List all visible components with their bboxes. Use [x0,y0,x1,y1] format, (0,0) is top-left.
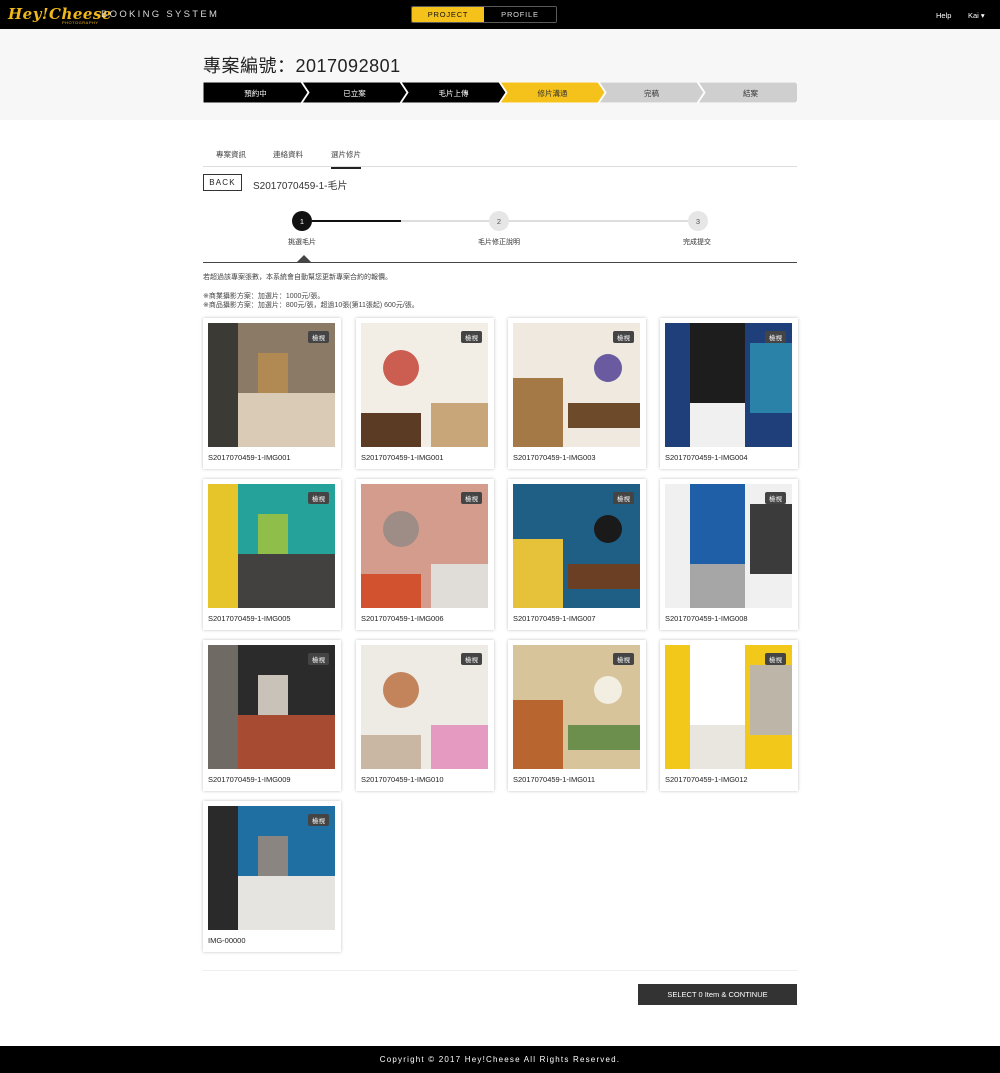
photo-thumbnail[interactable]: 檢視 [208,645,335,769]
photo-card[interactable]: 檢視 S2017070459-1-IMG001 [356,318,494,469]
photo-caption: S2017070459-1-IMG006 [361,614,444,623]
photo-card[interactable]: 檢視 S2017070459-1-IMG001 [203,318,341,469]
logo-subtitle: PHOTOGRAPHY [62,20,99,25]
view-button[interactable]: 檢視 [461,492,482,504]
view-button[interactable]: 檢視 [613,492,634,504]
status-step-label: 完稿 [644,88,659,98]
photo-card[interactable]: 檢視 S2017070459-1-IMG007 [508,479,646,630]
project-tabs: 專案資訊 連絡資料 選片修片 [203,143,797,169]
tab-contact[interactable]: 連絡資料 [273,149,303,160]
photo-thumbnail[interactable]: 檢視 [361,645,488,769]
progress-divider [203,262,797,263]
page-title: 專案編號：2017092801 [203,56,401,76]
status-step-label: 已立案 [343,88,366,98]
view-button[interactable]: 檢視 [308,331,329,343]
progress-label-2: 毛片修正說明 [478,239,520,246]
progress-step-2: 2 [489,211,509,231]
photo-card[interactable]: 檢視 S2017070459-1-IMG009 [203,640,341,791]
project-status-steps: 預約中 已立案 毛片上傳 修片溝通 完稿 結案 [203,82,797,103]
project-toggle-button[interactable]: PROJECT [412,7,484,22]
progress-line-pending [401,220,688,222]
photo-thumbnail[interactable]: 檢視 [513,484,640,608]
photo-caption: S2017070459-1-IMG005 [208,614,291,623]
photo-thumbnail[interactable]: 檢視 [513,323,640,447]
view-button[interactable]: 檢視 [308,653,329,665]
progress-label-3: 完成提交 [683,239,711,246]
photo-caption: S2017070459-1-IMG001 [361,453,444,462]
brand-title: BOOKING SYSTEM [101,9,220,20]
photo-caption: S2017070459-1-IMG009 [208,775,291,784]
section-toggle: PROJECT PROFILE [411,6,557,23]
photo-card[interactable]: 檢視 S2017070459-1-IMG004 [660,318,798,469]
photo-thumbnail[interactable]: 檢視 [665,645,792,769]
progress-label-1: 挑選毛片 [288,239,316,246]
progress-line-done [312,220,401,222]
divider [203,970,797,971]
photo-thumbnail[interactable]: 檢視 [513,645,640,769]
photo-caption: S2017070459-1-IMG001 [208,453,291,462]
profile-toggle-button[interactable]: PROFILE [484,7,556,22]
photo-card[interactable]: 檢視 S2017070459-1-IMG005 [203,479,341,630]
select-continue-button[interactable]: SELECT 0 Item & CONTINUE [638,984,797,1005]
photo-thumbnail[interactable]: 檢視 [665,323,792,447]
status-step-label: 結案 [743,88,758,98]
view-button[interactable]: 檢視 [765,653,786,665]
photo-caption: S2017070459-1-IMG007 [513,614,596,623]
photo-card[interactable]: 檢視 S2017070459-1-IMG012 [660,640,798,791]
footer: Copyright © 2017 Hey!Cheese All Rights R… [0,1046,1000,1073]
photo-card[interactable]: 檢視 IMG-00000 [203,801,341,952]
photo-thumbnail[interactable]: 檢視 [208,323,335,447]
photo-thumbnail[interactable]: 檢視 [208,484,335,608]
status-step-label: 毛片上傳 [439,88,469,98]
status-step-label: 修片溝通 [538,88,568,98]
view-button[interactable]: 檢視 [765,492,786,504]
progress-step-3: 3 [688,211,708,231]
photo-card[interactable]: 檢視 S2017070459-1-IMG006 [356,479,494,630]
notice-text: 若超過該專案張數，本系統會自動幫您更新專案合約的報價。 [203,274,392,281]
photo-thumbnail[interactable]: 檢視 [361,323,488,447]
photo-caption: S2017070459-1-IMG008 [665,614,748,623]
view-button[interactable]: 檢視 [461,331,482,343]
photo-card[interactable]: 檢視 S2017070459-1-IMG008 [660,479,798,630]
photo-caption: S2017070459-1-IMG010 [361,775,444,784]
view-button[interactable]: 檢視 [461,653,482,665]
photo-caption: S2017070459-1-IMG003 [513,453,596,462]
photo-thumbnail[interactable]: 檢視 [208,806,335,930]
view-button[interactable]: 檢視 [308,814,329,826]
photo-card[interactable]: 檢視 S2017070459-1-IMG003 [508,318,646,469]
project-header [0,29,1000,120]
photo-caption: S2017070459-1-IMG012 [665,775,748,784]
pricing-note-product: ※商品攝影方案：加選片：800元/張，超過10張(第11張起) 600元/張。 [203,302,419,309]
back-button[interactable]: BACK [203,174,242,191]
photo-caption: S2017070459-1-IMG011 [513,775,596,784]
photo-thumbnail[interactable]: 檢視 [665,484,792,608]
view-button[interactable]: 檢視 [765,331,786,343]
file-title: S2017070459-1-毛片 [253,181,348,192]
photo-card[interactable]: 檢視 S2017070459-1-IMG010 [356,640,494,791]
view-button[interactable]: 檢視 [613,331,634,343]
view-button[interactable]: 檢視 [613,653,634,665]
status-step-label: 預約中 [244,88,267,98]
top-nav-bar: Hey!Cheese PHOTOGRAPHY BOOKING SYSTEM PR… [0,0,1000,29]
photo-thumbnail[interactable]: 檢視 [361,484,488,608]
status-arrows: 預約中 已立案 毛片上傳 修片溝通 完稿 結案 [203,82,797,103]
help-link[interactable]: Help [936,11,951,20]
tab-select-photos[interactable]: 選片修片 [331,149,361,169]
user-menu[interactable]: Kai ▾ [968,11,985,20]
progress-pointer [296,255,312,263]
photo-caption: S2017070459-1-IMG004 [665,453,748,462]
view-button[interactable]: 檢視 [308,492,329,504]
progress-step-1: 1 [292,211,312,231]
photo-card[interactable]: 檢視 S2017070459-1-IMG011 [508,640,646,791]
tab-project-info[interactable]: 專案資訊 [216,149,246,160]
photo-caption: IMG-00000 [208,936,246,945]
